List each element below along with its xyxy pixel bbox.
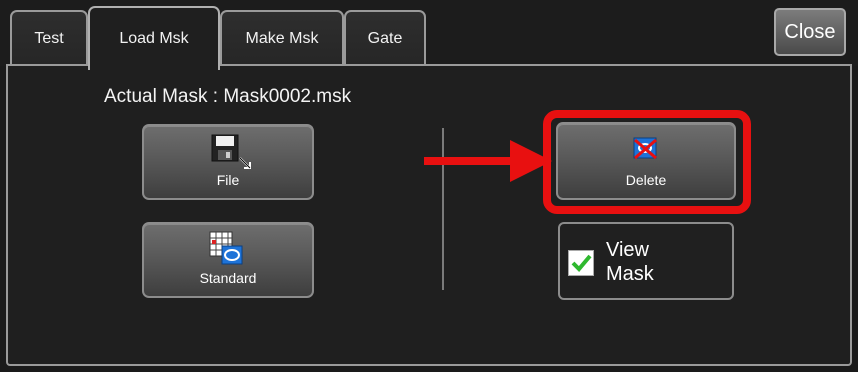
view-mask-label-line2: Mask	[606, 263, 654, 285]
tab-test[interactable]: Test	[10, 10, 88, 66]
tab-load-msk-label: Load Msk	[119, 30, 189, 47]
standard-mask-icon	[208, 230, 244, 273]
arrow-right-icon	[424, 138, 554, 189]
view-mask-label: View Mask	[606, 238, 654, 286]
tab-gate[interactable]: Gate	[344, 10, 426, 66]
standard-button[interactable]: Standard	[142, 222, 314, 298]
delete-highlight-frame	[543, 110, 751, 214]
tab-make-msk[interactable]: Make Msk	[220, 10, 344, 66]
file-button-label: File	[216, 172, 240, 188]
standard-button-label: Standard	[199, 270, 257, 286]
close-button[interactable]: Close	[774, 8, 846, 56]
tab-test-label: Test	[34, 30, 64, 47]
tab-gate-label: Gate	[367, 30, 403, 47]
actual-mask-label: Actual Mask : Mask0002.msk	[104, 86, 352, 107]
floppy-disk-icon	[210, 134, 256, 177]
tab-make-msk-label: Make Msk	[245, 30, 319, 47]
file-button[interactable]: File	[142, 124, 314, 200]
close-button-label: Close	[784, 20, 836, 43]
view-mask-toggle[interactable]: View Mask	[558, 222, 734, 300]
tab-load-msk[interactable]: Load Msk	[88, 6, 220, 70]
view-mask-checkbox[interactable]	[568, 250, 594, 276]
view-mask-label-line1: View	[606, 239, 649, 261]
